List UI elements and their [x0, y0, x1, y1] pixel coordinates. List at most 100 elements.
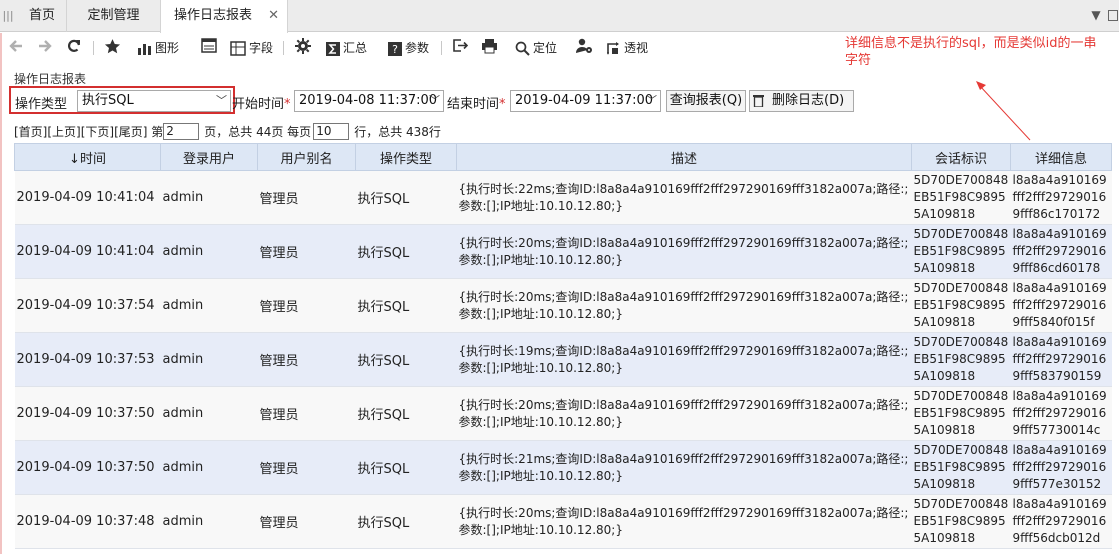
- param-button[interactable]: ? 参数: [388, 38, 429, 58]
- table-row[interactable]: 2019-04-09 10:37:50 admin 管理员 执行SQL {执行时长:20…: [14, 386, 1112, 441]
- user-settings-icon[interactable]: [576, 38, 593, 58]
- tab-home[interactable]: 首页: [18, 0, 66, 32]
- start-time-input[interactable]: 2019-04-08 11:37:00 ﹀: [294, 90, 444, 112]
- end-time-label: 结束时间*: [447, 97, 506, 112]
- cell-session: 5D70DE700848EB51F98C98955A109818: [911, 440, 1011, 495]
- sigma-icon: [326, 41, 340, 56]
- restore-window-icon[interactable]: [1108, 10, 1118, 21]
- cell-alias: 管理员: [257, 332, 356, 387]
- sort-down-icon: ↓: [69, 151, 80, 167]
- cell-time: 2019-04-09 10:41:04: [14, 170, 161, 225]
- cell-desc: {执行时长:20ms;查询ID:l8a8a4a910169fff2fff2972…: [456, 386, 912, 441]
- cell-desc: {执行时长:19ms;查询ID:l8a8a4a910169fff2fff2972…: [456, 332, 912, 387]
- table-row[interactable]: 2019-04-09 10:41:04 admin 管理员 执行SQL {执行时长:20…: [14, 224, 1112, 279]
- delete-log-button[interactable]: 删除日志(D): [749, 90, 854, 112]
- query-report-button[interactable]: 查询报表(Q): [666, 90, 746, 112]
- cell-user: admin: [160, 170, 258, 225]
- cell-type: 执行SQL: [355, 386, 457, 441]
- export-icon[interactable]: [452, 38, 469, 58]
- start-time-value: 2019-04-08 11:37:00: [299, 93, 438, 108]
- field-button[interactable]: 字段: [230, 38, 273, 58]
- cell-alias: 管理员: [257, 386, 356, 441]
- tab-label: 操作日志报表: [173, 8, 252, 23]
- forward-icon[interactable]: [37, 38, 53, 58]
- chevron-down-icon: ﹀: [429, 94, 440, 107]
- cell-time: 2019-04-09 10:37:50: [14, 386, 161, 441]
- end-time-input[interactable]: 2019-04-09 11:37:00 ﹀: [510, 90, 661, 112]
- cell-user: admin: [160, 494, 258, 549]
- left-border: [0, 33, 2, 554]
- trash-icon: [753, 95, 764, 108]
- refresh-icon[interactable]: [66, 38, 82, 58]
- pager: [首页][上页][下页][尾页] 第 2 页，总共 44页 每页 10 行，总共 438…: [14, 121, 441, 141]
- column-header-detail[interactable]: 详细信息: [1010, 143, 1112, 171]
- cell-alias: 管理员: [257, 224, 356, 279]
- cell-session: 5D70DE700848EB51F98C98955A109818: [911, 278, 1011, 333]
- cell-user: admin: [160, 224, 258, 279]
- cell-alias: 管理员: [257, 440, 356, 495]
- tab-operation-log-report[interactable]: 操作日志报表 ✕: [160, 0, 288, 33]
- back-icon[interactable]: [8, 38, 24, 58]
- tab-bar: ||| 首页 定制管理 操作日志报表 ✕ ▼: [0, 0, 1119, 33]
- cell-desc: {执行时长:20ms;查询ID:l8a8a4a910169fff2fff2972…: [456, 224, 912, 279]
- print-icon[interactable]: [481, 38, 498, 58]
- layout-icon[interactable]: [201, 38, 217, 58]
- op-type-select[interactable]: 执行SQL ﹀: [77, 90, 231, 112]
- summary-label: 汇总: [343, 41, 368, 55]
- log-table: ↓时间 登录用户 用户别名 操作类型 描述 会话标识 详细信息 2019-04-…: [14, 143, 1112, 549]
- gear-icon[interactable]: [295, 38, 311, 58]
- star-icon[interactable]: [104, 38, 121, 58]
- end-time-value: 2019-04-09 11:37:00: [515, 93, 654, 108]
- table-row[interactable]: 2019-04-09 10:37:53 admin 管理员 执行SQL {执行时长:19…: [14, 332, 1112, 387]
- summary-button[interactable]: 汇总: [326, 38, 367, 58]
- column-header-desc[interactable]: 描述: [456, 143, 912, 171]
- op-type-label: 操作类型: [15, 97, 68, 112]
- chart-label: 图形: [155, 41, 180, 55]
- chart-button[interactable]: 图形: [137, 38, 179, 58]
- page-number-input[interactable]: 2: [163, 123, 200, 140]
- close-icon[interactable]: ✕: [268, 0, 279, 32]
- pivot-label: 透视: [624, 41, 649, 55]
- question-icon: ?: [388, 41, 402, 56]
- cell-time: 2019-04-09 10:37:50: [14, 440, 161, 495]
- cell-detail: l8a8a4a910169fff2fff297290169fff56dcb012…: [1010, 494, 1112, 549]
- table-row[interactable]: 2019-04-09 10:37:48 admin 管理员 执行SQL {执行时长:20…: [14, 494, 1112, 549]
- column-header-alias[interactable]: 用户别名: [257, 143, 356, 171]
- cell-user: admin: [160, 440, 258, 495]
- cell-user: admin: [160, 278, 258, 333]
- cell-time: 2019-04-09 10:37:48: [14, 494, 161, 549]
- tab-custom-management[interactable]: 定制管理: [66, 0, 160, 32]
- pivot-icon: [607, 42, 619, 55]
- pager-nav[interactable]: [首页][上页][下页][尾页] 第: [14, 122, 163, 142]
- column-header-user[interactable]: 登录用户: [160, 143, 258, 171]
- column-header-time[interactable]: ↓时间: [14, 143, 161, 171]
- cell-session: 5D70DE700848EB51F98C98955A109818: [911, 386, 1011, 441]
- pivot-button[interactable]: 透视: [606, 38, 648, 58]
- table-header: ↓时间 登录用户 用户别名 操作类型 描述 会话标识 详细信息: [14, 143, 1112, 171]
- bar-chart-icon: [138, 43, 151, 55]
- cell-session: 5D70DE700848EB51F98C98955A109818: [911, 224, 1011, 279]
- grip-icon: |||: [2, 9, 14, 22]
- cell-desc: {执行时长:21ms;查询ID:l8a8a4a910169fff2fff2972…: [456, 440, 912, 495]
- cell-detail: l8a8a4a910169fff2fff297290169fff5840f015…: [1010, 278, 1112, 333]
- field-icon: [230, 41, 246, 56]
- page-size-input[interactable]: 10: [313, 123, 350, 140]
- table-row[interactable]: 2019-04-09 10:37:50 admin 管理员 执行SQL {执行时长:21…: [14, 440, 1112, 495]
- cell-desc: {执行时长:22ms;查询ID:l8a8a4a910169fff2fff2972…: [456, 170, 912, 225]
- field-label: 字段: [249, 41, 274, 55]
- table-row[interactable]: 2019-04-09 10:41:04 admin 管理员 执行SQL {执行时长:22…: [14, 170, 1112, 225]
- tab-list-chevron-icon[interactable]: ▼: [1088, 0, 1104, 32]
- column-header-type[interactable]: 操作类型: [355, 143, 457, 171]
- chevron-down-icon: ﹀: [646, 94, 657, 107]
- locate-button[interactable]: 定位: [515, 38, 557, 58]
- column-header-session[interactable]: 会话标识: [911, 143, 1011, 171]
- cell-time: 2019-04-09 10:37:53: [14, 332, 161, 387]
- cell-alias: 管理员: [257, 494, 356, 549]
- cell-detail: l8a8a4a910169fff2fff297290169fff577e3015…: [1010, 440, 1112, 495]
- cell-desc: {执行时长:20ms;查询ID:l8a8a4a910169fff2fff2972…: [456, 494, 912, 549]
- cell-alias: 管理员: [257, 278, 356, 333]
- annotation-text: 详细信息不是执行的sql，而是类似id的一串字符: [845, 36, 1097, 68]
- table-row[interactable]: 2019-04-09 10:37:54 admin 管理员 执行SQL {执行时长:20…: [14, 278, 1112, 333]
- cell-alias: 管理员: [257, 170, 356, 225]
- cell-session: 5D70DE700848EB51F98C98955A109818: [911, 494, 1011, 549]
